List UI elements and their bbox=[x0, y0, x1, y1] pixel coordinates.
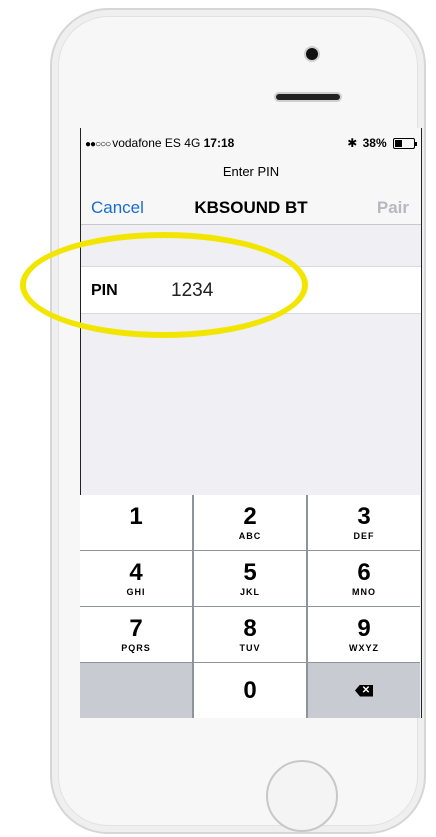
key-digit: 1 bbox=[129, 502, 143, 530]
battery-icon bbox=[393, 138, 417, 150]
key-digit: 2 bbox=[243, 502, 257, 530]
key-letters: DEF bbox=[353, 530, 375, 541]
key-5[interactable]: 5 JKL bbox=[194, 551, 306, 606]
bluetooth-icon: ✱ bbox=[347, 136, 358, 150]
battery-percent: 38% bbox=[362, 136, 387, 150]
pair-button[interactable]: Pair bbox=[377, 198, 409, 218]
status-bar: ●●○○○ vodafone ES 4G 17:18 ✱ 38% bbox=[81, 128, 421, 154]
status-right: ✱ 38% bbox=[347, 136, 417, 150]
key-digit: 8 bbox=[243, 614, 257, 642]
network-type: 4G bbox=[184, 136, 201, 150]
key-letters: PQRS bbox=[121, 642, 151, 653]
status-time: 17:18 bbox=[203, 136, 235, 150]
camera-icon bbox=[306, 48, 318, 60]
key-letters: MNO bbox=[352, 586, 376, 597]
key-digit: 5 bbox=[243, 558, 257, 586]
key-letters: ABC bbox=[238, 530, 262, 541]
key-letters: TUV bbox=[239, 642, 261, 653]
cancel-button[interactable]: Cancel bbox=[91, 198, 144, 218]
key-2[interactable]: 2 ABC bbox=[194, 495, 306, 550]
numeric-keypad: 1 2 ABC 3 DEF 4 GHI 5 JKL 6 MNO 7 PQRS 8 TUV 9W… bbox=[80, 495, 420, 718]
key-7[interactable]: 7 PQRS bbox=[80, 607, 192, 662]
key-digit: 0 bbox=[243, 676, 257, 704]
speaker-grille bbox=[276, 94, 340, 100]
navigation-bar: Enter PIN Cancel KBSOUND BT Pair bbox=[81, 154, 421, 225]
battery-tip bbox=[415, 142, 417, 147]
key-1[interactable]: 1 bbox=[80, 495, 192, 550]
battery-fill bbox=[395, 140, 402, 148]
carrier-info: ●●○○○ vodafone ES 4G 17:18 bbox=[85, 136, 234, 150]
key-4[interactable]: 4 GHI bbox=[80, 551, 192, 606]
key-8[interactable]: 8 TUV bbox=[194, 607, 306, 662]
home-button[interactable] bbox=[266, 760, 338, 832]
key-digit: 3 bbox=[357, 502, 371, 530]
key-9[interactable]: 9 WXYZ bbox=[308, 607, 420, 662]
signal-strength-icon: ●●○○○ bbox=[85, 139, 111, 150]
key-6[interactable]: 6 MNO bbox=[308, 551, 420, 606]
key-digit: 6 bbox=[357, 558, 371, 586]
backspace-icon: ✕ bbox=[355, 684, 373, 697]
key-0[interactable]: 0 bbox=[194, 663, 306, 718]
enter-pin-prompt: Enter PIN bbox=[222, 164, 280, 179]
key-letters: JKL bbox=[239, 586, 260, 597]
key-letters: GHI bbox=[126, 586, 146, 597]
key-digit: 9 bbox=[357, 614, 371, 642]
key-blank bbox=[80, 663, 192, 718]
carrier-name: vodafone ES bbox=[112, 136, 181, 150]
key-3[interactable]: 3 DEF bbox=[308, 495, 420, 550]
delete-key[interactable]: ✕ bbox=[308, 663, 420, 718]
key-digit: 4 bbox=[129, 558, 143, 586]
key-letters: WXYZ bbox=[349, 642, 379, 653]
key-digit: 7 bbox=[129, 614, 143, 642]
highlight-circle bbox=[20, 232, 308, 338]
